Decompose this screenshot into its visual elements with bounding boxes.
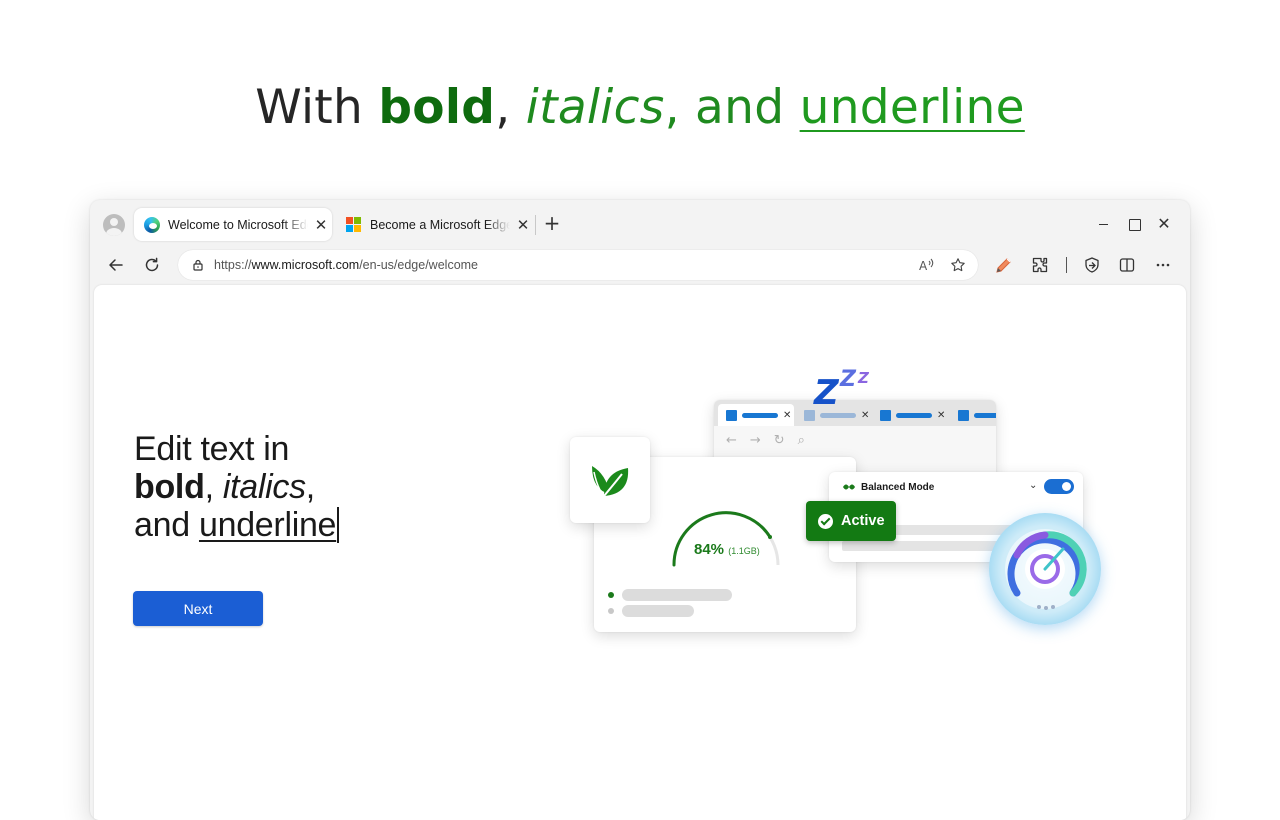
edge-logo-icon — [144, 216, 160, 233]
memory-usage: (1.1GB) — [728, 546, 760, 556]
mini-tab: ✕ — [872, 404, 948, 426]
tab-divider — [535, 215, 536, 235]
status-dot — [608, 592, 614, 598]
balanced-mode-label: Balanced Mode — [861, 482, 935, 493]
headline-italic: italics — [525, 80, 665, 135]
memory-gauge-icon — [672, 511, 780, 567]
memory-percent: 84% (1.1GB) — [694, 541, 760, 558]
efficiency-leaf-card — [570, 437, 650, 523]
svg-text:A: A — [919, 259, 928, 273]
status-dot — [608, 608, 614, 614]
toolbar-separator — [1066, 257, 1067, 273]
more-icon[interactable] — [1151, 253, 1175, 277]
mini-tab — [950, 404, 996, 426]
illustration: ✕ ✕ ✕ ←→↻⌕ Z Z Z 84% (1.1GB) Balanced Mo… — [94, 285, 1186, 820]
check-icon — [818, 513, 833, 529]
mini-tab-strip: ✕ ✕ ✕ — [714, 400, 996, 426]
active-label: Active — [841, 513, 885, 529]
balanced-mode-icon — [843, 484, 855, 490]
speedometer-icon — [989, 513, 1101, 625]
tab-close-icon[interactable]: ✕ — [516, 217, 530, 232]
new-tab-button[interactable]: + — [541, 213, 563, 235]
balanced-mode-toggle — [1044, 479, 1074, 494]
chevron-down-icon: ⌄ — [1029, 480, 1038, 491]
headline-underline: underline — [799, 80, 1025, 135]
close-icon[interactable]: ✕ — [1155, 215, 1173, 233]
url-text: https://www.microsoft.com/en-us/edge/wel… — [214, 258, 478, 272]
back-icon[interactable] — [104, 253, 128, 277]
minimize-icon[interactable] — [1095, 215, 1113, 233]
headline: With bold, italics, and underline — [0, 80, 1280, 135]
mini-nav-icons: ←→↻⌕ — [726, 433, 818, 448]
headline-comma-1: , — [495, 80, 526, 135]
browser-essentials-icon[interactable] — [1080, 253, 1104, 277]
extensions-icon[interactable] — [1028, 253, 1052, 277]
refresh-icon[interactable] — [140, 253, 164, 277]
tab-insider[interactable]: Become a Microsoft Edge Insider ✕ — [336, 208, 534, 241]
pencil-icon[interactable] — [992, 253, 1016, 277]
favorite-star-icon[interactable] — [948, 255, 968, 275]
microsoft-logo-icon — [346, 216, 362, 233]
tab-close-icon[interactable]: ✕ — [314, 217, 328, 232]
placeholder-bar — [622, 605, 694, 617]
page-content: Edit text in bold, italics, and underlin… — [94, 285, 1186, 820]
tab-title: Welcome to Microsoft Edge — [168, 217, 308, 232]
mini-tab: ✕ — [718, 404, 794, 426]
tab-title: Become a Microsoft Edge Insider — [370, 217, 510, 232]
headline-prefix: With — [255, 80, 379, 135]
tab-welcome[interactable]: Welcome to Microsoft Edge ✕ — [134, 208, 332, 241]
split-screen-icon[interactable] — [1115, 253, 1139, 277]
toolbar: https://www.microsoft.com/en-us/edge/wel… — [90, 245, 1190, 285]
placeholder-bar — [622, 589, 732, 601]
leaf-icon — [592, 466, 629, 497]
lock-icon[interactable] — [191, 258, 205, 272]
active-badge: Active — [806, 501, 896, 541]
address-bar[interactable]: https://www.microsoft.com/en-us/edge/wel… — [178, 250, 978, 280]
headline-comma-2: , and — [664, 80, 800, 135]
url-domain: www.microsoft.com — [251, 258, 360, 272]
browser-window: Welcome to Microsoft Edge ✕ Become a Mic… — [90, 200, 1190, 820]
profile-avatar-icon[interactable] — [103, 214, 125, 236]
url-prefix: https:// — [214, 258, 252, 272]
tab-bar: Welcome to Microsoft Edge ✕ Become a Mic… — [90, 200, 1190, 245]
maximize-icon[interactable] — [1125, 215, 1143, 233]
headline-bold: bold — [378, 80, 496, 135]
read-aloud-icon[interactable]: A — [916, 255, 936, 275]
url-path: /en-us/edge/welcome — [359, 258, 479, 272]
